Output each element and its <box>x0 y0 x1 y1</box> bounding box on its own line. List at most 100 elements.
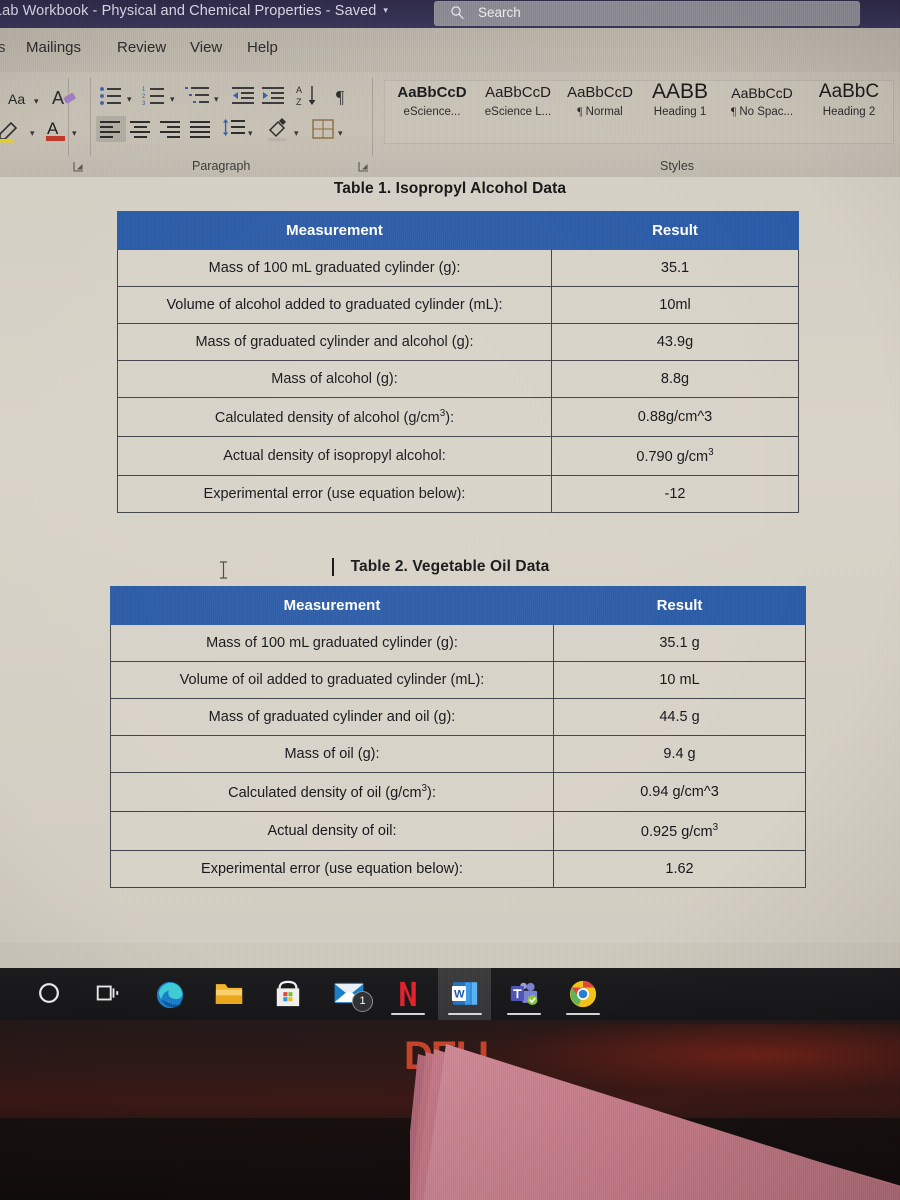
taskbar: 1 W <box>0 968 900 1020</box>
font-color-chevron-down-icon[interactable]: ▾ <box>72 128 77 139</box>
svg-text:A: A <box>52 88 64 108</box>
table-row[interactable]: Mass of graduated cylinder and oil (g): … <box>110 698 806 736</box>
table-row[interactable]: Mass of 100 mL graduated cylinder (g): 3… <box>117 249 799 287</box>
cell-result: 10 mL <box>553 661 806 699</box>
clear-formatting-icon[interactable]: A <box>52 86 78 110</box>
cell-measurement: Mass of graduated cylinder and oil (g): <box>110 698 554 736</box>
table-row[interactable]: Experimental error (use equation below):… <box>117 474 799 513</box>
decrease-indent-icon[interactable] <box>232 85 256 107</box>
justify-icon[interactable] <box>190 120 212 139</box>
ribbon-divider <box>90 78 91 156</box>
cell-result: -12 <box>551 474 799 513</box>
text-highlight-color-icon[interactable] <box>0 118 24 144</box>
title-dropdown-caret[interactable]: ▾ <box>383 5 388 16</box>
task-view-icon <box>96 985 118 1001</box>
table-1-col-result: Result <box>551 211 799 250</box>
change-case-chevron-down-icon[interactable]: ▾ <box>34 96 39 107</box>
taskbar-microsoft-store[interactable] <box>261 968 314 1020</box>
increase-indent-icon[interactable] <box>262 85 286 107</box>
svg-text:A: A <box>47 119 59 138</box>
taskbar-edge[interactable] <box>143 968 196 1020</box>
line-spacing-icon[interactable] <box>222 119 246 140</box>
style-label: ¶ No Spac... <box>730 106 794 118</box>
table-row[interactable]: Calculated density of oil (g/cm3): 0.94 … <box>110 772 806 812</box>
multilevel-chevron-down-icon[interactable]: ▾ <box>214 94 219 105</box>
paragraph-group-label: Paragraph <box>192 159 251 173</box>
font-color-icon[interactable]: A <box>44 117 68 143</box>
svg-text:¶: ¶ <box>336 87 344 107</box>
style-label: eScience... <box>403 106 461 118</box>
style-heading-2[interactable]: AaBbC Heading 2 <box>806 80 892 138</box>
cortana-icon <box>38 983 59 1003</box>
table-row[interactable]: Actual density of oil: 0.925 g/cm3 <box>110 810 806 851</box>
highlight-chevron-down-icon[interactable]: ▾ <box>30 128 35 139</box>
font-dialog-launcher-icon[interactable] <box>72 160 85 173</box>
shading-chevron-down-icon[interactable]: ▾ <box>294 128 299 139</box>
show-formatting-marks-icon[interactable]: ¶ <box>334 85 354 107</box>
taskbar-netflix[interactable] <box>381 968 434 1020</box>
change-case-label[interactable]: Aa <box>8 91 25 107</box>
paragraph-dialog-launcher-icon[interactable] <box>357 160 370 173</box>
style-label: eScience L... <box>484 106 552 118</box>
table-1-header-row: Measurement Result <box>117 211 799 250</box>
table-2[interactable]: Measurement Result Mass of 100 mL gradua… <box>110 586 806 888</box>
word-running-indicator <box>447 1012 482 1015</box>
table-row[interactable]: Actual density of isopropyl alcohol: 0.7… <box>117 435 799 476</box>
style-escience-l[interactable]: AaBbCcD eScience L... <box>476 82 560 140</box>
multilevel-list-icon[interactable] <box>185 85 211 107</box>
borders-chevron-down-icon[interactable]: ▾ <box>338 128 343 139</box>
mail-badge: 1 <box>352 991 373 1012</box>
table-1[interactable]: Measurement Result Mass of 100 mL gradua… <box>117 211 799 513</box>
style-preview: AaBbCcD <box>397 84 467 101</box>
sort-icon[interactable]: A Z <box>296 84 320 108</box>
table-row[interactable]: Mass of oil (g): 9.4 g <box>110 735 806 773</box>
teams-icon <box>510 982 537 1006</box>
table-row[interactable]: Volume of oil added to graduated cylinde… <box>110 661 806 699</box>
style-escience[interactable]: AaBbCcD eScience... <box>390 82 474 140</box>
paper-stack-shadow <box>420 1044 900 1200</box>
chrome-icon <box>569 980 596 1008</box>
screen-photo: Lab Workbook - Physical and Chemical Pro… <box>0 0 900 1200</box>
table-row[interactable]: Calculated density of alcohol (g/cm3): 0… <box>117 397 799 437</box>
line-spacing-chevron-down-icon[interactable]: ▾ <box>248 128 253 139</box>
tab-view[interactable]: View <box>190 39 222 56</box>
taskbar-chrome[interactable] <box>556 968 609 1020</box>
table-1-title: Table 1. Isopropyl Alcohol Data <box>333 180 567 197</box>
taskbar-cortana[interactable] <box>22 968 75 1020</box>
taskbar-teams[interactable] <box>497 968 550 1020</box>
bullets-chevron-down-icon[interactable]: ▾ <box>127 94 132 105</box>
bullets-icon[interactable] <box>99 85 123 107</box>
document-page[interactable]: Table 1. Isopropyl Alcohol Data Measurem… <box>0 177 900 1123</box>
table-row[interactable]: Mass of 100 mL graduated cylinder (g): 3… <box>110 624 806 662</box>
table-1-col-measurement: Measurement <box>117 211 552 250</box>
align-left-icon[interactable] <box>100 120 122 139</box>
taskbar-word[interactable]: W <box>438 968 491 1020</box>
tab-help[interactable]: Help <box>247 39 278 56</box>
tab-truncated[interactable]: s <box>0 39 6 56</box>
window-title: Lab Workbook - Physical and Chemical Pro… <box>0 3 388 19</box>
numbering-chevron-down-icon[interactable]: ▾ <box>170 94 175 105</box>
cell-result: 8.8g <box>551 360 799 398</box>
align-center-icon[interactable] <box>130 120 152 139</box>
align-right-icon[interactable] <box>160 120 182 139</box>
table-row[interactable]: Volume of alcohol added to graduated cyl… <box>117 286 799 324</box>
numbering-icon[interactable]: 1 2 3 <box>142 85 166 107</box>
style-normal[interactable]: AaBbCcD ¶ Normal <box>560 82 640 140</box>
netflix-running-indicator <box>390 1012 425 1015</box>
style-no-spacing[interactable]: AaBbCcD ¶ No Spac... <box>720 82 804 140</box>
style-label: Heading 2 <box>822 106 876 118</box>
taskbar-file-explorer[interactable] <box>202 968 255 1020</box>
table-row[interactable]: Experimental error (use equation below):… <box>110 849 806 888</box>
style-heading-1[interactable]: AABB Heading 1 <box>640 80 720 138</box>
taskbar-task-view[interactable] <box>80 968 133 1020</box>
cell-measurement: Mass of oil (g): <box>110 735 554 773</box>
tab-review[interactable]: Review <box>117 39 166 56</box>
table-row[interactable]: Mass of graduated cylinder and alcohol (… <box>117 323 799 361</box>
taskbar-mail[interactable]: 1 <box>322 968 375 1020</box>
borders-icon[interactable] <box>312 119 335 141</box>
table-row[interactable]: Mass of alcohol (g): 8.8g <box>117 360 799 398</box>
shading-icon[interactable] <box>265 118 291 142</box>
style-preview: AaBbCcD <box>485 84 551 101</box>
search-box[interactable]: Search <box>434 1 860 26</box>
tab-mailings[interactable]: Mailings <box>26 39 81 56</box>
